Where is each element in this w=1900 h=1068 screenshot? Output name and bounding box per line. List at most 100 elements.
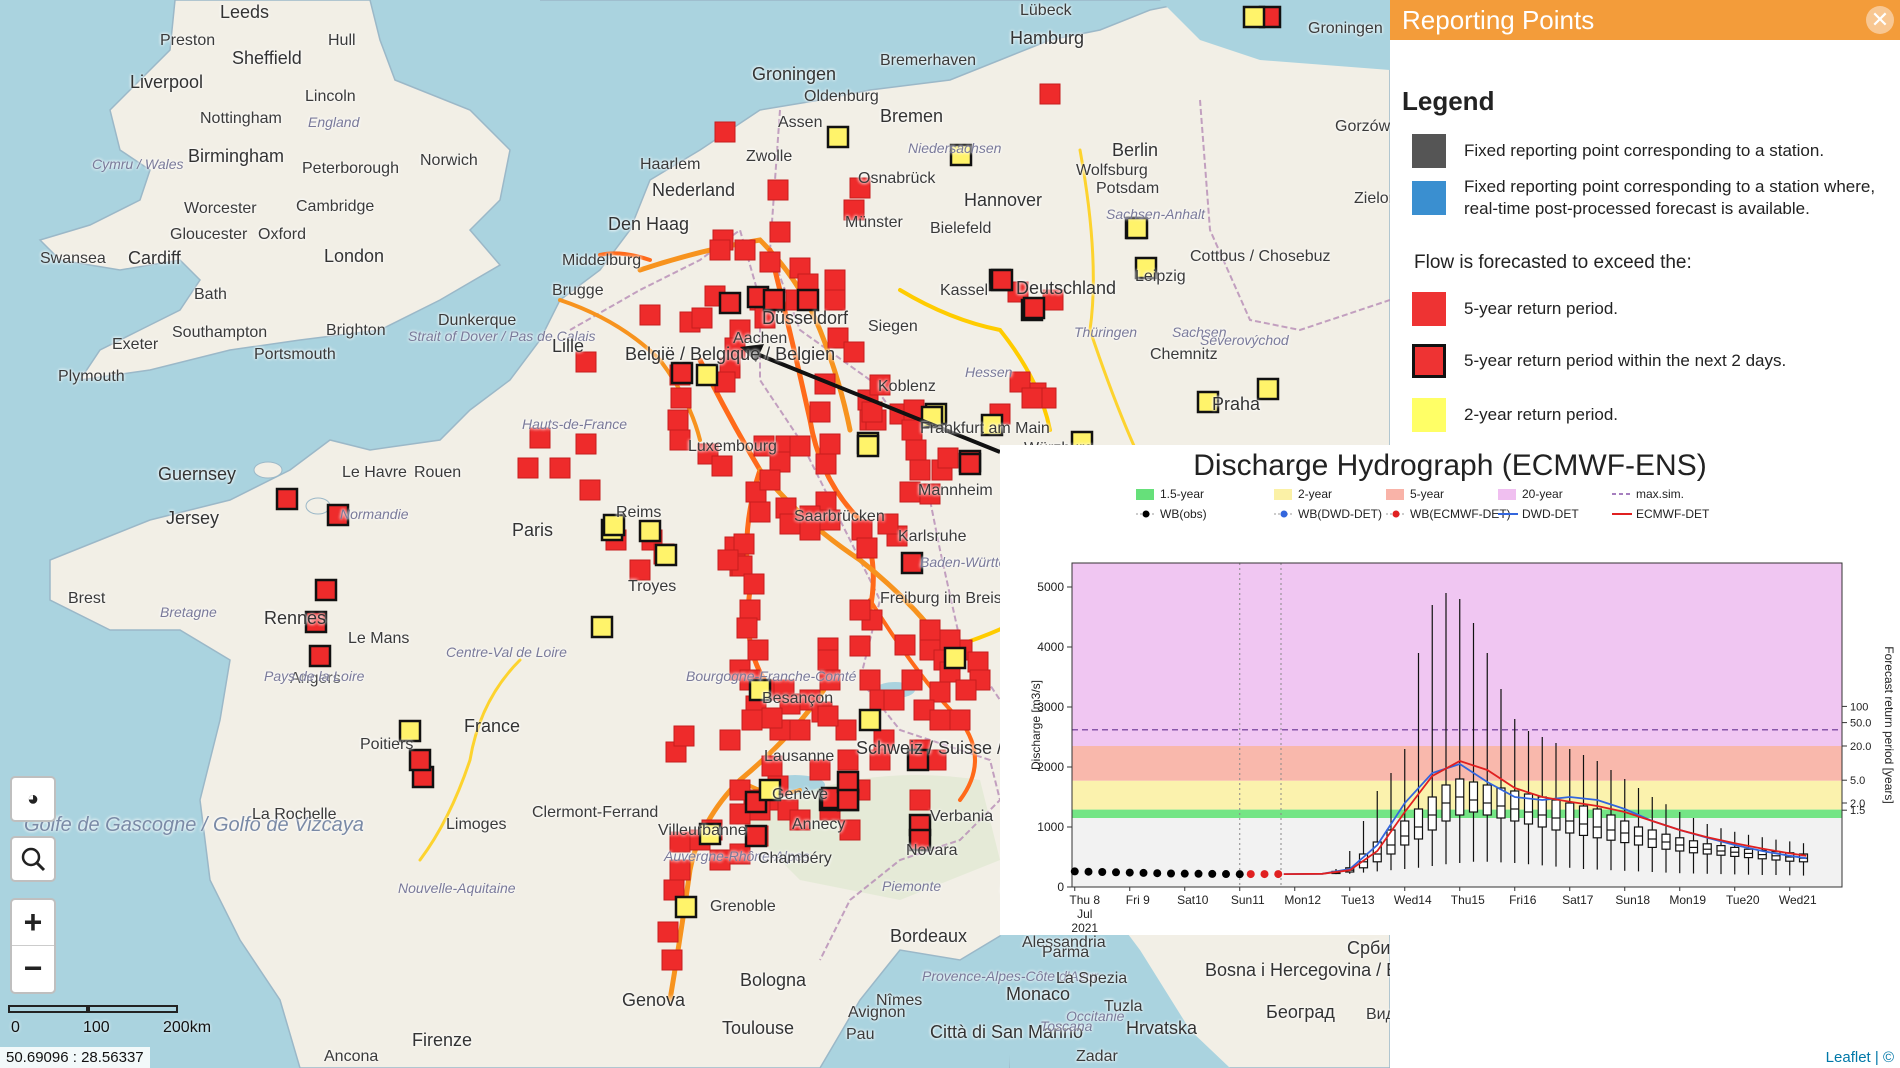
reporting-point-5yr [711,455,733,477]
map-place-label: Normandie [340,506,409,522]
reporting-point-5yr [767,179,789,201]
map-place-label: France [464,716,521,736]
map-place-label: Thüringen [1074,324,1138,340]
x-tick-label: Jul [1077,907,1092,921]
map-place-label: Toscana [1040,1018,1093,1034]
legend-label: Fixed reporting point corresponding to a… [1464,141,1825,160]
cursor-coordinates: 50.69096 : 28.56337 [0,1047,150,1068]
map-place-label: Firenze [412,1030,473,1050]
map-place-label: Novara [906,842,958,859]
map-place-label: Le Mans [348,630,410,647]
map-place-label: La Spezia [1056,970,1128,987]
reporting-point-5yr [817,649,839,671]
map-place-label: Grenoble [710,898,776,915]
map-place-label: Nîmes [876,992,923,1009]
y-tick-label: 0 [1057,880,1064,894]
y-tick-label: 5000 [1037,580,1064,594]
legend-item: Fixed reporting point corresponding to a… [1412,176,1884,220]
reporting-point-5yr [835,719,857,741]
legend-title: Legend [1402,86,1495,116]
map-place-label: Plymouth [58,368,125,385]
map-place-label: Nouvelle-Aquitaine [398,880,516,896]
scale-bar: 0 100 200km [8,1005,211,1036]
map-place-label: Liverpool [130,72,204,92]
map-place-label: Mannheim [918,482,993,499]
map-place-label: Bielefeld [930,220,992,237]
map-place-label: Düsseldorf [762,308,849,328]
reporting-point-5yr-2days [762,288,786,312]
hydrograph-popup: 0 1000 2000 3000 4000 5000 1.5 2.0 5.0 20.0 50.0 10… [1000,445,1900,935]
map-place-label: Potsdam [1096,180,1160,197]
reporting-point-5yr [691,307,713,329]
map-place-label: Birmingham [188,146,285,166]
observed-point [1098,868,1107,876]
map-place-label: Verbania [930,808,994,825]
reporting-point-5yr-2days [670,361,694,385]
reporting-point-5yr [734,239,756,261]
reporting-point-5yr-2days [836,788,860,812]
map-place-label: Rennes [264,608,327,628]
map-place-label: La Rochelle [252,806,337,823]
map-place-label: Münster [845,214,903,231]
legend-label: WB(obs) [1160,507,1207,521]
map-place-label: Den Haag [608,214,690,234]
legend-label: WB(DWD-DET) [1298,507,1382,521]
map-place-label: Hull [328,32,356,49]
map-place-label: Praha [1212,394,1261,414]
reporting-point-5yr [759,469,781,491]
map-place-label: Norwich [420,152,478,169]
wb-ecmwf-point [1274,870,1283,879]
zoom-in-button[interactable]: + [12,900,54,946]
reporting-point-5yr [661,949,683,971]
reporting-point-5yr [743,573,765,595]
map-place-label: Zwolle [746,148,793,165]
reporting-point-5yr [929,681,951,703]
layers-button[interactable]: ◕ [10,776,56,822]
map-place-label: Gloucester [170,226,248,243]
ensemble-box [1565,802,1575,834]
map-place-label: Frankfurt am Main [920,420,1050,437]
legend-swatch [1412,398,1446,432]
ensemble-box [1537,796,1547,828]
reporting-point-5yr [736,617,758,639]
reporting-points-panel: Reporting Points ✕ Legend Fixed reportin… [1390,0,1900,445]
zoom-control: + − [10,898,56,994]
map-place-label: Tuzla [1104,998,1143,1015]
legend-label: DWD-DET [1522,507,1579,521]
y-axis-label: Discharge [m3/s] [1029,680,1043,770]
map-place-label: Bremen [880,106,944,126]
y2-tick-label: 50.0 [1850,718,1871,730]
reporting-point-5yr [824,269,846,291]
observed-point [1208,869,1217,878]
y2-tick-label: 100 [1850,701,1868,713]
map-attribution[interactable]: Leaflet | © [1819,1047,1900,1068]
search-button[interactable] [10,836,56,882]
map-place-label: Centre-Val de Loire [446,644,567,660]
observed-point [1084,867,1093,876]
reporting-point-5yr [937,447,959,469]
legend-swatch [1412,292,1446,326]
reporting-point-5yr [809,401,831,423]
map-place-label: Saarbrücken [794,508,885,525]
y2-axis-label: Forecast return period [years] [1882,646,1896,803]
legend-swatch [1412,344,1446,378]
zoom-out-button[interactable]: − [12,946,54,991]
map-place-label: Hamburg [1010,28,1085,48]
map-place-label: Nottingham [200,110,282,127]
map-place-label: Србија [1347,938,1390,958]
ensemble-box [1468,781,1479,813]
legend-label: WB(ECMWF-DET) [1410,507,1511,521]
close-button[interactable]: ✕ [1866,6,1894,34]
band-below [1072,818,1842,887]
map-place-label: Cymru / Wales [92,156,184,172]
reporting-point-2yr [858,708,882,732]
globe-icon: ◕ [26,787,40,810]
legend-label: 1.5-year [1160,487,1204,501]
reporting-point-2yr [1256,377,1280,401]
ensemble-box [1578,805,1589,836]
legend-label: 5-year return period. [1464,299,1619,318]
reporting-point-5yr [549,457,571,479]
map-place-label: Oldenburg [804,88,879,105]
map-place-label: Piemonte [882,878,942,894]
map-place-label: Severovýchod [1200,332,1289,348]
